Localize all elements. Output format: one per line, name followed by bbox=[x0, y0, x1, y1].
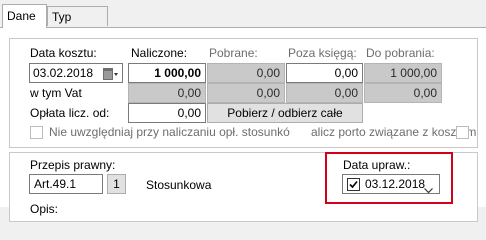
do-pobrania-label: Do pobrania: bbox=[366, 46, 435, 60]
do-pobrania-value: 1 000,00 bbox=[364, 63, 442, 83]
naliczone-input[interactable]: 1 000,00 bbox=[128, 63, 206, 83]
przepis-input[interactable]: Art.49.1 bbox=[29, 174, 103, 194]
naliczone-label: Naliczone: bbox=[131, 46, 188, 60]
pobrane-label: Pobrane: bbox=[209, 46, 258, 60]
przepis-label: Przepis prawny: bbox=[30, 158, 116, 172]
pobierz-odbierz-button[interactable]: Pobierz / odbierz całe bbox=[207, 103, 363, 123]
data-kosztu-label: Data kosztu: bbox=[30, 46, 97, 60]
highlight-annotation bbox=[325, 152, 453, 204]
poza-ksiega-input[interactable]: 0,00 bbox=[286, 63, 363, 83]
vat-do-pobrania-value: 0,00 bbox=[364, 83, 442, 103]
calendar-dropdown-icon[interactable] bbox=[103, 67, 118, 80]
tab-dane-label: Dane bbox=[7, 9, 36, 23]
nalicz-porto-checkbox[interactable] bbox=[456, 126, 469, 139]
tab-dane[interactable]: Dane bbox=[2, 4, 47, 28]
przepis-select-button[interactable]: 1 bbox=[107, 174, 126, 194]
data-kosztu-datepicker[interactable]: 03.02.2018 bbox=[29, 63, 123, 83]
vat-poza-ksiega-value: 0,00 bbox=[286, 83, 363, 103]
przepis-type-text: Stosunkowa bbox=[146, 178, 212, 192]
pobrane-value: 0,00 bbox=[207, 63, 285, 83]
opis-label: Opis: bbox=[30, 202, 59, 216]
tab-typ-oplaty[interactable]: Typ opłaty bbox=[47, 6, 108, 44]
vat-pobrane-value: 0,00 bbox=[207, 83, 285, 103]
nalicz-porto-label: alicz porto związane z kosztem bbox=[311, 125, 477, 139]
poza-ksiega-label: Poza księgą: bbox=[288, 46, 357, 60]
tab-panel-dane: Data kosztu: Naliczone: Pobrane: Poza ks… bbox=[0, 27, 486, 222]
vat-naliczone-value: 0,00 bbox=[128, 83, 206, 103]
vat-label: w tym Vat bbox=[30, 86, 82, 100]
data-kosztu-value: 03.02.2018 bbox=[33, 66, 94, 80]
nie-uwzgledniaj-checkbox[interactable] bbox=[30, 126, 43, 139]
oplata-licz-input[interactable]: 0,00 bbox=[128, 103, 206, 123]
nie-uwzgledniaj-label: Nie uwzględniaj przy naliczaniu opł. sto… bbox=[49, 125, 290, 139]
oplata-licz-label: Opłata licz. od: bbox=[30, 106, 110, 120]
